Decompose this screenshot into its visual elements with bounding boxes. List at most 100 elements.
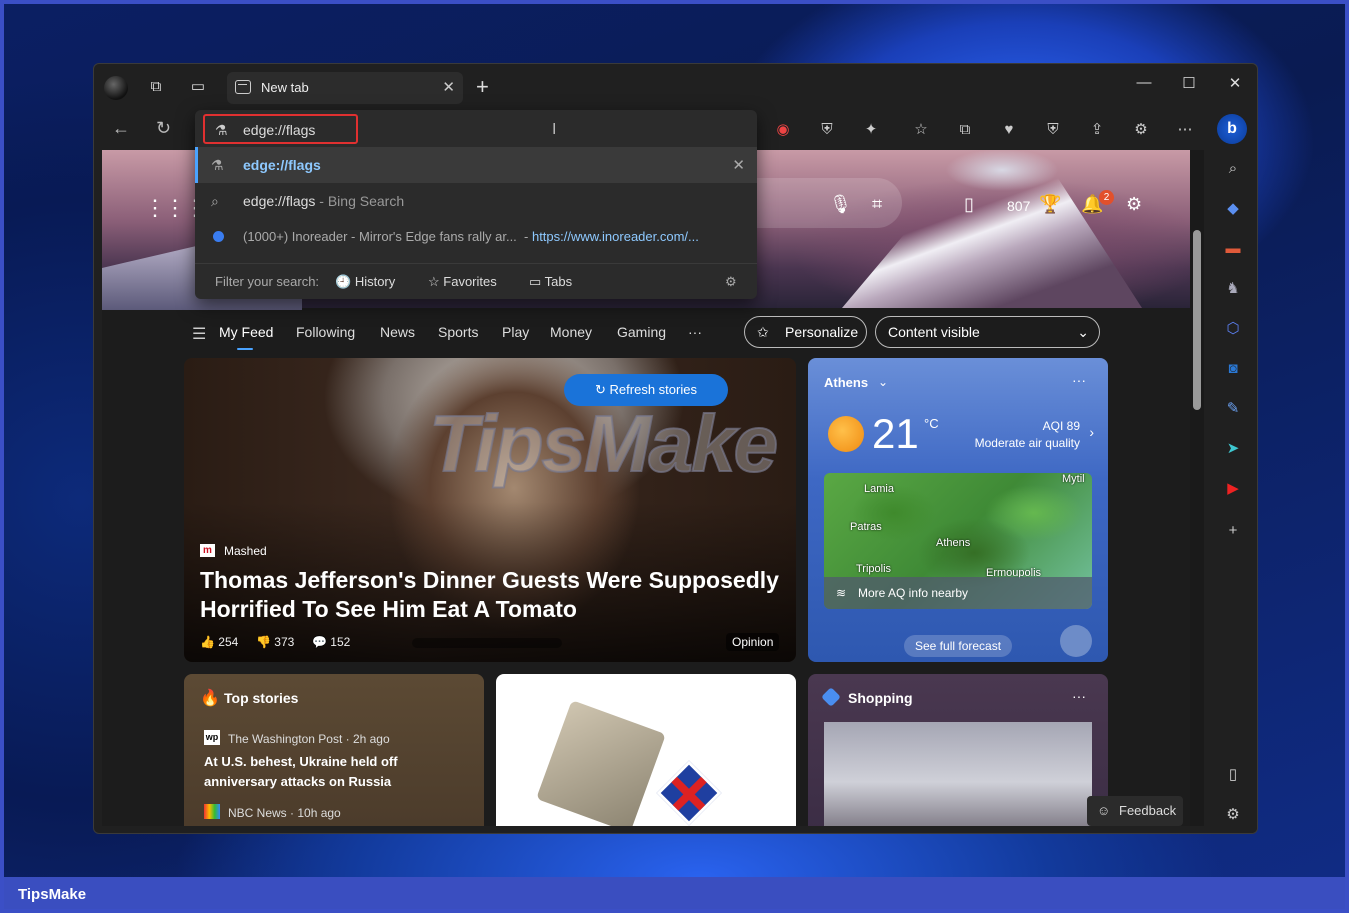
youtube-icon[interactable]: ▶ <box>1222 478 1244 500</box>
weather-more-icon[interactable]: ··· <box>1072 372 1086 388</box>
shopping-tag-icon[interactable]: ◆ <box>1222 198 1244 220</box>
address-input[interactable]: ⚗ edge://flags <box>203 114 358 144</box>
remove-suggestion-icon[interactable]: ✕ <box>732 156 745 174</box>
sun-icon <box>828 416 864 452</box>
weather-avatar-icon[interactable] <box>1060 625 1092 657</box>
tab-following[interactable]: Following <box>296 324 355 340</box>
carousel-dots[interactable] <box>412 638 562 648</box>
share-icon[interactable]: ⇪ <box>1086 119 1108 141</box>
dislike-button[interactable]: 👎 373 <box>256 635 294 649</box>
tab-news[interactable]: News <box>380 324 415 340</box>
tea-image-card[interactable] <box>496 674 796 826</box>
minimize-button[interactable]: — <box>1134 74 1154 91</box>
aq-info-link[interactable]: ≋ More AQ info nearby <box>824 577 1092 609</box>
tab-my-feed[interactable]: My Feed <box>219 324 273 350</box>
tab-more[interactable]: ··· <box>688 324 702 340</box>
tab-close-icon[interactable]: ✕ <box>442 78 455 96</box>
weather-city[interactable]: Athens <box>824 375 868 390</box>
extension-red-icon[interactable]: ◉ <box>772 119 794 141</box>
chevron-right-icon[interactable]: › <box>1089 424 1094 440</box>
tab-title: New tab <box>261 80 309 95</box>
tools-icon[interactable]: ▬ <box>1222 238 1244 260</box>
filter-tabs-label: Tabs <box>544 274 573 289</box>
personalize-button[interactable]: ✩ Personalize <box>744 316 867 348</box>
outlook-icon[interactable]: ◙ <box>1222 358 1244 380</box>
main-story-card[interactable]: TipsMake ↻ Refresh stories m Mashed Thom… <box>184 358 796 662</box>
microphone-icon[interactable]: 🎙 <box>829 194 852 215</box>
flask-icon: ⚗ <box>215 122 228 138</box>
suggestion-item[interactable]: ⚗ edge://flags ✕ <box>195 147 757 183</box>
feedback-button[interactable]: ☺ Feedback <box>1087 796 1183 826</box>
tab-new-tab[interactable]: New tab ✕ <box>227 72 463 104</box>
more-menu-icon[interactable]: ⋯ <box>1174 119 1196 141</box>
suggestion-item[interactable]: ⌕ edge://flags - Bing Search <box>195 183 757 219</box>
scrollbar-thumb[interactable] <box>1193 230 1201 410</box>
refresh-icon[interactable]: ↻ <box>156 118 171 139</box>
filter-tabs-button[interactable]: ▭ Tabs <box>529 274 572 290</box>
filter-favorites-button[interactable]: ☆ Favorites <box>428 274 497 290</box>
maximize-button[interactable]: ☐ <box>1179 74 1199 92</box>
feed-cards: TipsMake ↻ Refresh stories m Mashed Thom… <box>102 358 1197 826</box>
menu-icon[interactable]: ☰ <box>192 324 206 344</box>
sidebar-settings-icon[interactable]: ⚙ <box>1222 804 1244 826</box>
story-source: The Washington Post · 2h ago <box>228 732 390 746</box>
shopping-more-icon[interactable]: ··· <box>1072 688 1086 704</box>
page-scrollbar[interactable] <box>1190 150 1204 826</box>
tab-play[interactable]: Play <box>502 324 529 340</box>
phone-icon[interactable]: ▯ <box>964 194 974 215</box>
see-forecast-button[interactable]: See full forecast <box>904 635 1013 657</box>
like-button[interactable]: 👍 254 <box>200 635 238 649</box>
trophy-icon[interactable]: 🏆 <box>1039 194 1061 215</box>
extensions-icon[interactable]: ✦ <box>860 119 882 141</box>
profile-avatar[interactable] <box>104 76 128 100</box>
filter-settings-icon[interactable]: ⚙ <box>725 274 737 290</box>
tab-sports[interactable]: Sports <box>438 324 478 340</box>
games-icon[interactable]: ♞ <box>1222 278 1244 300</box>
close-window-button[interactable]: ✕ <box>1225 74 1245 92</box>
shield-icon[interactable]: ⛨ <box>816 119 838 141</box>
chevron-down-icon[interactable]: ⌄ <box>878 375 888 389</box>
tab-actions-icon[interactable]: ▭ <box>188 77 208 97</box>
drop-icon[interactable]: ✎ <box>1222 398 1244 420</box>
health-icon[interactable]: ♥ <box>998 119 1020 141</box>
browser-essentials-icon[interactable]: ⛨ <box>1042 119 1064 141</box>
bedroom-image[interactable] <box>824 722 1092 826</box>
story-headline[interactable]: Thomas Jefferson's Dinner Guests Were Su… <box>200 566 780 624</box>
hide-sidebar-icon[interactable]: ▯ <box>1222 764 1244 786</box>
microsoft-365-icon[interactable]: ⬡ <box>1222 318 1244 340</box>
story-headline[interactable]: At U.S. behest, Ukraine held off anniver… <box>204 752 474 792</box>
search-icon[interactable]: ⌕ <box>1222 158 1244 180</box>
visual-search-icon[interactable]: ⌗ <box>872 194 882 215</box>
favorites-icon[interactable]: ☆ <box>910 119 932 141</box>
page-settings-icon[interactable]: ⚙ <box>1126 194 1142 215</box>
filter-history-button[interactable]: 🕘 History <box>335 274 395 290</box>
comment-count: 152 <box>330 635 351 649</box>
content-visible-dropdown[interactable]: Content visible ⌄ <box>875 316 1100 348</box>
weather-card[interactable]: Athens ⌄ ··· 21 °C AQI 89 Moderate air q… <box>808 358 1108 662</box>
performance-icon[interactable]: ⚙ <box>1130 119 1152 141</box>
workspaces-icon[interactable]: ⧉ <box>146 77 166 97</box>
back-icon[interactable]: ← <box>112 118 130 139</box>
collections-icon[interactable]: ⧉ <box>954 119 976 141</box>
weather-map[interactable]: Lamia Patras Athens Tripolis Ermoupolis … <box>824 473 1092 609</box>
text-cursor-icon: I <box>552 121 557 138</box>
suggestion-text: (1000+) Inoreader - Mirror's Edge fans r… <box>243 229 517 244</box>
suggestion-url[interactable]: https://www.inoreader.com/... <box>532 229 699 244</box>
top-stories-card[interactable]: 🔥 Top stories wp The Washington Post · 2… <box>184 674 484 826</box>
shopping-card[interactable]: Shopping ··· <box>808 674 1108 826</box>
tab-gaming[interactable]: Gaming <box>617 324 666 340</box>
rewards-points[interactable]: 807 <box>1007 198 1030 214</box>
comment-button[interactable]: 💬 152 <box>312 635 350 649</box>
copilot-icon[interactable]: b <box>1217 114 1247 144</box>
map-label: Patras <box>850 521 882 533</box>
add-icon[interactable]: + <box>1222 520 1244 542</box>
top-stories-title: Top stories <box>224 690 299 706</box>
tag-icon <box>821 687 841 707</box>
suggestion-item[interactable]: (1000+) Inoreader - Mirror's Edge fans r… <box>195 219 757 255</box>
send-icon[interactable]: ➤ <box>1222 438 1244 460</box>
new-tab-button[interactable]: + <box>476 74 489 100</box>
address-value[interactable]: edge://flags <box>243 122 315 138</box>
air-quality-label: Moderate air quality <box>974 436 1080 450</box>
tab-money[interactable]: Money <box>550 324 592 340</box>
refresh-stories-button[interactable]: ↻ Refresh stories <box>564 374 728 406</box>
